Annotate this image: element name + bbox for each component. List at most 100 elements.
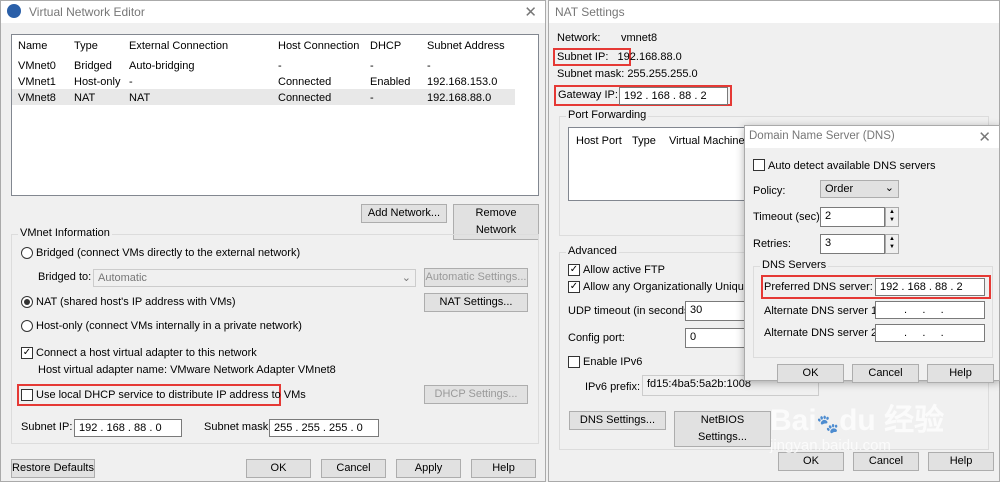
udp-timeout-label: UDP timeout (in seconds): [568, 305, 697, 317]
timeout-spinner[interactable]: ▲ ▼ [885, 207, 899, 227]
network-list[interactable]: Name Type External Connection Host Connecti… [11, 34, 539, 196]
group-label: Port Forwarding [566, 109, 649, 121]
column-header[interactable]: Subnet Address [427, 40, 505, 52]
cancel-button[interactable]: Cancel [853, 452, 919, 471]
close-icon[interactable]: ✕ [524, 3, 537, 21]
table-cell: VMnet1 [18, 76, 56, 88]
table-cell: Connected [278, 76, 332, 88]
table-cell: NAT [129, 92, 151, 104]
dhcp-settings-button[interactable]: DHCP Settings... [424, 385, 528, 404]
table-cell: Connected [278, 92, 332, 104]
table-row[interactable]: VMnet1 Host-only - Connected Enabled 192.168.… [12, 75, 515, 91]
allow-ftp-label: Allow active FTP [583, 264, 665, 276]
table-cell: - [129, 76, 133, 88]
dns-dialog: Domain Name Server (DNS) ✕ Auto detect a… [744, 125, 1000, 383]
netbios-settings-button[interactable]: NetBIOS Settings... [674, 411, 771, 447]
alternate-dns-2-label: Alternate DNS server 2: [764, 327, 881, 339]
auto-detect-label: Auto detect available DNS servers [768, 160, 936, 172]
nat-radio[interactable] [21, 296, 33, 308]
subnet-ip-text: Subnet IP: 192.168.88.0 [557, 51, 682, 63]
timeout-input[interactable]: 2 [820, 207, 885, 227]
virtual-network-editor-window: Virtual Network Editor ✕ Name Type Externa… [0, 0, 546, 482]
table-cell: 192.168.88.0 [427, 92, 492, 104]
network-value: vmnet8 [621, 32, 658, 44]
policy-label: Policy: [753, 185, 786, 197]
dns-settings-button[interactable]: DNS Settings... [569, 411, 666, 430]
restore-defaults-button[interactable]: Restore Defaults [11, 459, 95, 478]
alternate-dns-1-input[interactable]: . . . [875, 301, 985, 319]
bridged-to-select[interactable]: Automatic ⌄ [93, 269, 416, 287]
preferred-dns-label: Preferred DNS server: [764, 281, 873, 293]
enable-ipv6-label: Enable IPv6 [583, 356, 643, 368]
use-dhcp-label: Use local DHCP service to distribute IP … [36, 389, 306, 401]
gateway-ip-input[interactable]: 192 . 168 . 88 . 2 [619, 87, 728, 105]
window-title: Virtual Network Editor [29, 5, 145, 19]
subnet-ip-label: Subnet IP: [21, 421, 73, 433]
policy-value: Order [825, 183, 854, 195]
config-port-label: Config port: [568, 332, 625, 344]
window-title: Domain Name Server (DNS) [749, 130, 895, 142]
add-network-button[interactable]: Add Network... [361, 204, 447, 223]
automatic-settings-button[interactable]: Automatic Settings... [424, 268, 528, 287]
host-only-label: Host-only (connect VMs internally in a p… [36, 320, 302, 332]
table-cell: Auto-bridging [129, 60, 195, 72]
alternate-dns-2-input[interactable]: . . . [875, 324, 985, 342]
allow-ftp-checkbox[interactable]: ✓ [568, 264, 580, 276]
adapter-name-text: Host virtual adapter name: VMware Networ… [38, 364, 336, 376]
ok-button[interactable]: OK [777, 364, 844, 383]
cancel-button[interactable]: Cancel [852, 364, 919, 383]
vmnet-information-group: VMnet Information [11, 227, 539, 444]
column-header[interactable]: DHCP [370, 40, 401, 52]
column-header[interactable]: Host Port [576, 135, 622, 147]
connect-adapter-label: Connect a host virtual adapter to this n… [36, 347, 257, 359]
host-only-radio[interactable] [21, 320, 33, 332]
ipv6-prefix-label: IPv6 prefix: [585, 381, 641, 393]
title-bar: Domain Name Server (DNS) ✕ [745, 126, 999, 148]
column-header[interactable]: Type [632, 135, 656, 147]
use-dhcp-checkbox[interactable] [21, 389, 33, 401]
column-header[interactable]: Type [74, 40, 98, 52]
table-cell: VMnet8 [18, 92, 56, 104]
title-bar: Virtual Network Editor ✕ [1, 1, 545, 23]
subnet-ip-input[interactable]: 192 . 168 . 88 . 0 [74, 419, 182, 437]
enable-ipv6-checkbox[interactable] [568, 356, 580, 368]
close-icon[interactable]: ✕ [978, 128, 991, 146]
column-header[interactable]: Host Connection [278, 40, 359, 52]
connect-adapter-checkbox[interactable]: ✓ [21, 347, 33, 359]
subnet-mask-input[interactable]: 255 . 255 . 255 . 0 [269, 419, 379, 437]
title-bar: NAT Settings [549, 1, 999, 23]
table-cell: 192.168.153.0 [427, 76, 498, 88]
alternate-dns-1-label: Alternate DNS server 1: [764, 305, 881, 317]
table-cell: Bridged [74, 60, 112, 72]
table-cell: - [370, 60, 374, 72]
apply-button[interactable]: Apply [396, 459, 461, 478]
ok-button[interactable]: OK [778, 452, 844, 471]
help-button[interactable]: Help [927, 364, 994, 383]
chevron-down-icon: ⌄ [401, 272, 411, 284]
retries-spinner[interactable]: ▲ ▼ [885, 234, 899, 254]
nat-settings-button[interactable]: NAT Settings... [424, 293, 528, 312]
column-header[interactable]: Name [18, 40, 47, 52]
auto-detect-checkbox[interactable] [753, 159, 765, 171]
gateway-ip-label: Gateway IP: [558, 89, 618, 101]
retries-label: Retries: [753, 238, 791, 250]
retries-input[interactable]: 3 [820, 234, 885, 254]
column-header[interactable]: External Connection [129, 40, 228, 52]
cancel-button[interactable]: Cancel [321, 459, 386, 478]
group-label: DNS Servers [760, 259, 829, 271]
table-cell: - [278, 60, 282, 72]
subnet-mask-text: Subnet mask: 255.255.255.0 [557, 68, 698, 80]
table-cell: - [427, 60, 431, 72]
help-button[interactable]: Help [471, 459, 536, 478]
policy-select[interactable]: Order ⌄ [820, 180, 899, 198]
help-button[interactable]: Help [928, 452, 994, 471]
preferred-dns-input[interactable]: 192 . 168 . 88 . 2 [875, 278, 985, 296]
ok-button[interactable]: OK [246, 459, 311, 478]
allow-oui-checkbox[interactable]: ✓ [568, 281, 580, 293]
group-label: VMnet Information [18, 227, 112, 239]
bridged-label: Bridged (connect VMs directly to the ext… [36, 247, 301, 259]
table-row[interactable]: VMnet8 NAT NAT Connected - 192.168.88.0 [12, 91, 515, 107]
bridged-radio[interactable] [21, 247, 33, 259]
table-row[interactable]: VMnet0 Bridged Auto-bridging - - - [12, 59, 515, 75]
network-label: Network: [557, 32, 601, 44]
